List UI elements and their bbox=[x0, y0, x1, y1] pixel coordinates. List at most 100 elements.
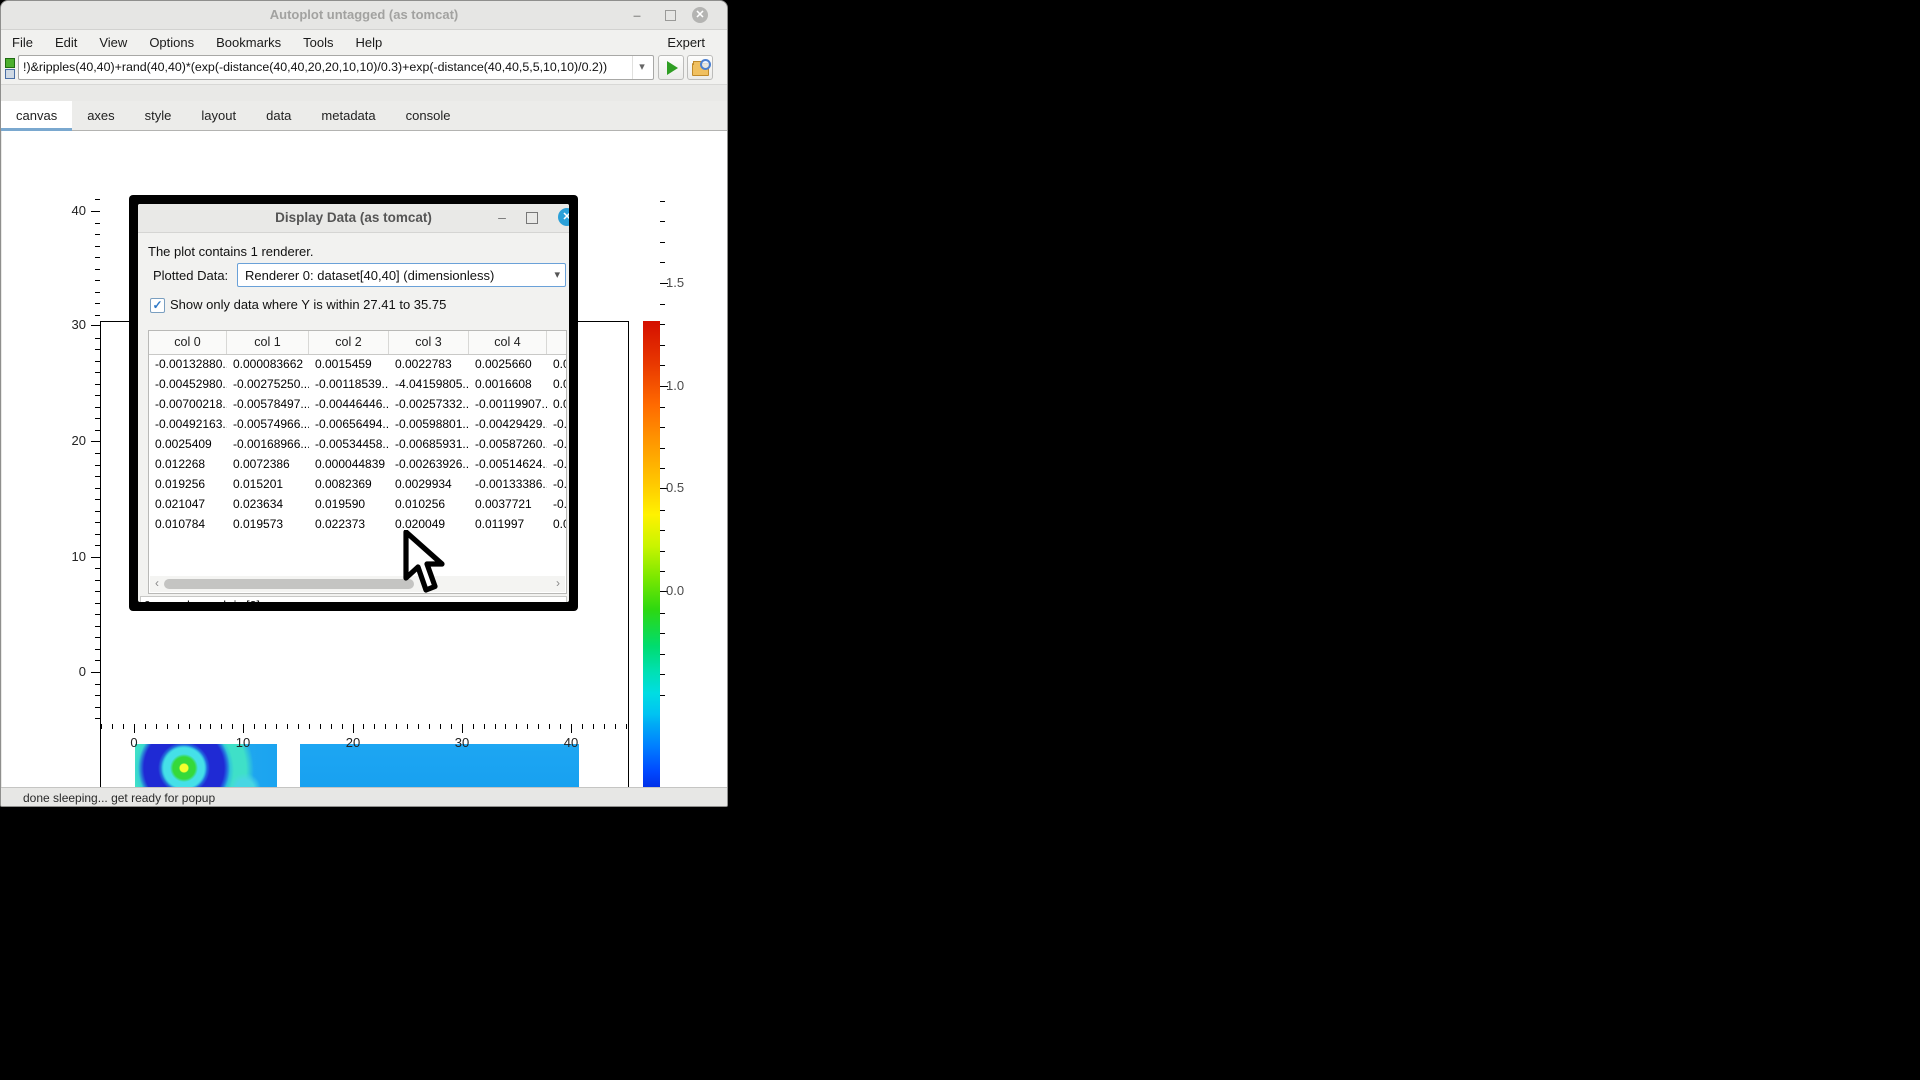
datasource-type-icon[interactable] bbox=[4, 56, 16, 80]
y-minor-tick bbox=[95, 303, 100, 304]
plotted-data-select[interactable]: Renderer 0: dataset[40,40] (dimensionles… bbox=[237, 263, 566, 287]
x-minor-tick bbox=[232, 724, 233, 729]
mouse-cursor-icon bbox=[400, 530, 450, 594]
table-cell: 0.00 bbox=[547, 374, 567, 394]
table-row[interactable]: 0.0122680.00723860.000044839-0.00263926.… bbox=[149, 454, 566, 474]
dialog-maximize-icon[interactable] bbox=[526, 212, 538, 224]
table-cell: -0.00578497... bbox=[227, 394, 309, 414]
filter-checkbox[interactable]: ✓ bbox=[150, 298, 165, 313]
table-column-header[interactable]: col 0 bbox=[149, 331, 227, 354]
colorbar-minor-tick bbox=[660, 695, 665, 696]
y-minor-tick bbox=[95, 695, 100, 696]
table-cell: -0.0 bbox=[547, 494, 567, 514]
table-row[interactable]: -0.00132880...0.0000836620.00154590.0022… bbox=[149, 354, 566, 374]
menu-file[interactable]: File bbox=[1, 35, 44, 50]
table-cell: 0.019573 bbox=[227, 514, 309, 534]
table-cell: 0.019256 bbox=[149, 474, 227, 494]
y-minor-tick bbox=[95, 246, 100, 247]
colorbar-minor-tick bbox=[660, 407, 665, 408]
menu-tools[interactable]: Tools bbox=[292, 35, 344, 50]
table-row[interactable]: -0.00492163...-0.00574966...-0.00656494.… bbox=[149, 414, 566, 434]
table-row[interactable]: 0.0025409-0.00168966...-0.00534458...-0.… bbox=[149, 434, 566, 454]
table-cell: -0.00452980... bbox=[149, 374, 227, 394]
table-column-header[interactable]: col 3 bbox=[389, 331, 469, 354]
y-axis-tick bbox=[91, 325, 100, 326]
tab-metadata[interactable]: metadata bbox=[306, 101, 390, 130]
x-minor-tick bbox=[145, 724, 146, 729]
tab-axes[interactable]: axes bbox=[72, 101, 129, 130]
go-button[interactable] bbox=[658, 55, 684, 80]
uri-combobox[interactable]: !)&ripples(40,40)+rand(40,40)*(exp(-dist… bbox=[18, 55, 654, 80]
x-minor-tick bbox=[254, 724, 255, 729]
plotted-data-label: Plotted Data: bbox=[153, 268, 228, 283]
y-minor-tick bbox=[95, 372, 100, 373]
expert-toggle[interactable]: Expert bbox=[667, 35, 727, 50]
table-cell: -0.00263926... bbox=[389, 454, 469, 474]
table-cell: 0.000083662 bbox=[227, 354, 309, 374]
maximize-icon[interactable] bbox=[662, 7, 678, 23]
table-cell: -0.00598801... bbox=[389, 414, 469, 434]
scroll-right-icon[interactable]: › bbox=[551, 576, 565, 592]
table-cell: -0.0 bbox=[547, 474, 567, 494]
table-cell: 0.010784 bbox=[149, 514, 227, 534]
table-column-header[interactable]: col 1 bbox=[227, 331, 309, 354]
menu-bookmarks[interactable]: Bookmarks bbox=[205, 35, 292, 50]
y-axis-label: 20 bbox=[56, 433, 86, 448]
status-bar: done sleeping... get ready for popup bbox=[1, 787, 727, 806]
tab-data[interactable]: data bbox=[251, 101, 306, 130]
x-axis-tick bbox=[134, 724, 135, 733]
menu-edit[interactable]: Edit bbox=[44, 35, 88, 50]
y-axis-label: 0 bbox=[56, 664, 86, 679]
table-cell: 0.00 bbox=[547, 354, 567, 374]
y-minor-tick bbox=[95, 465, 100, 466]
dialog-close-icon[interactable]: ✕ bbox=[558, 208, 569, 226]
uri-dropdown-chevron-icon[interactable]: ▾ bbox=[632, 56, 651, 79]
table-column-header[interactable]: col 4 bbox=[469, 331, 547, 354]
table-cell: 0.0029934 bbox=[389, 474, 469, 494]
table-row[interactable]: 0.0210470.0236340.0195900.0102560.003772… bbox=[149, 494, 566, 514]
minimize-icon[interactable]: – bbox=[629, 7, 645, 23]
y-minor-tick bbox=[95, 407, 100, 408]
colorbar-minor-tick bbox=[660, 530, 665, 531]
y-minor-tick bbox=[95, 223, 100, 224]
table-cell: -0.00119907... bbox=[469, 394, 547, 414]
tab-style[interactable]: style bbox=[130, 101, 187, 130]
table-row[interactable]: -0.00700218...-0.00578497...-0.00446446.… bbox=[149, 394, 566, 414]
table-cell: 0.010256 bbox=[389, 494, 469, 514]
colorbar-label: 1.5 bbox=[666, 275, 684, 290]
dialog-title-bar[interactable]: Display Data (as tomcat) – ✕ bbox=[138, 204, 569, 233]
x-minor-tick bbox=[451, 724, 452, 729]
table-row[interactable]: 0.0107840.0195730.0223730.0200490.011997… bbox=[149, 514, 566, 534]
title-bar[interactable]: Autoplot untagged (as tomcat) – ✕ bbox=[1, 1, 727, 30]
table-cell: 0.012268 bbox=[149, 454, 227, 474]
table-column-header[interactable] bbox=[547, 331, 567, 354]
menu-help[interactable]: Help bbox=[345, 35, 394, 50]
uri-input[interactable]: !)&ripples(40,40)+rand(40,40)*(exp(-dist… bbox=[23, 60, 631, 74]
scrollbar-thumb[interactable] bbox=[164, 579, 414, 589]
y-minor-tick bbox=[95, 395, 100, 396]
y-minor-tick bbox=[95, 338, 100, 339]
dialog-minimize-icon[interactable]: – bbox=[493, 209, 511, 227]
tab-layout[interactable]: layout bbox=[186, 101, 251, 130]
close-icon[interactable]: ✕ bbox=[692, 7, 708, 23]
horizontal-scrollbar[interactable]: ‹ › bbox=[150, 576, 565, 592]
menu-view[interactable]: View bbox=[88, 35, 138, 50]
y-minor-tick bbox=[95, 349, 100, 350]
table-cell: 0.022373 bbox=[309, 514, 389, 534]
tab-console[interactable]: console bbox=[391, 101, 466, 130]
tab-canvas[interactable]: canvas bbox=[1, 101, 72, 130]
colorbar-minor-tick bbox=[660, 365, 665, 366]
table-row[interactable]: -0.00452980...-0.00275250...-0.00118539.… bbox=[149, 374, 566, 394]
table-column-header[interactable]: col 2 bbox=[309, 331, 389, 354]
menu-options[interactable]: Options bbox=[138, 35, 205, 50]
scroll-left-icon[interactable]: ‹ bbox=[150, 576, 164, 592]
renderer-count-text: The plot contains 1 renderer. bbox=[148, 244, 314, 259]
y-axis-tick bbox=[91, 441, 100, 442]
x-minor-tick bbox=[385, 724, 386, 729]
data-table[interactable]: col 0col 1col 2col 3col 4 -0.00132880...… bbox=[148, 330, 567, 594]
x-minor-tick bbox=[210, 724, 211, 729]
table-row[interactable]: 0.0192560.0152010.00823690.0029934-0.001… bbox=[149, 474, 566, 494]
y-minor-tick bbox=[95, 453, 100, 454]
x-minor-tick bbox=[615, 724, 616, 729]
inspect-uri-button[interactable] bbox=[687, 55, 713, 80]
